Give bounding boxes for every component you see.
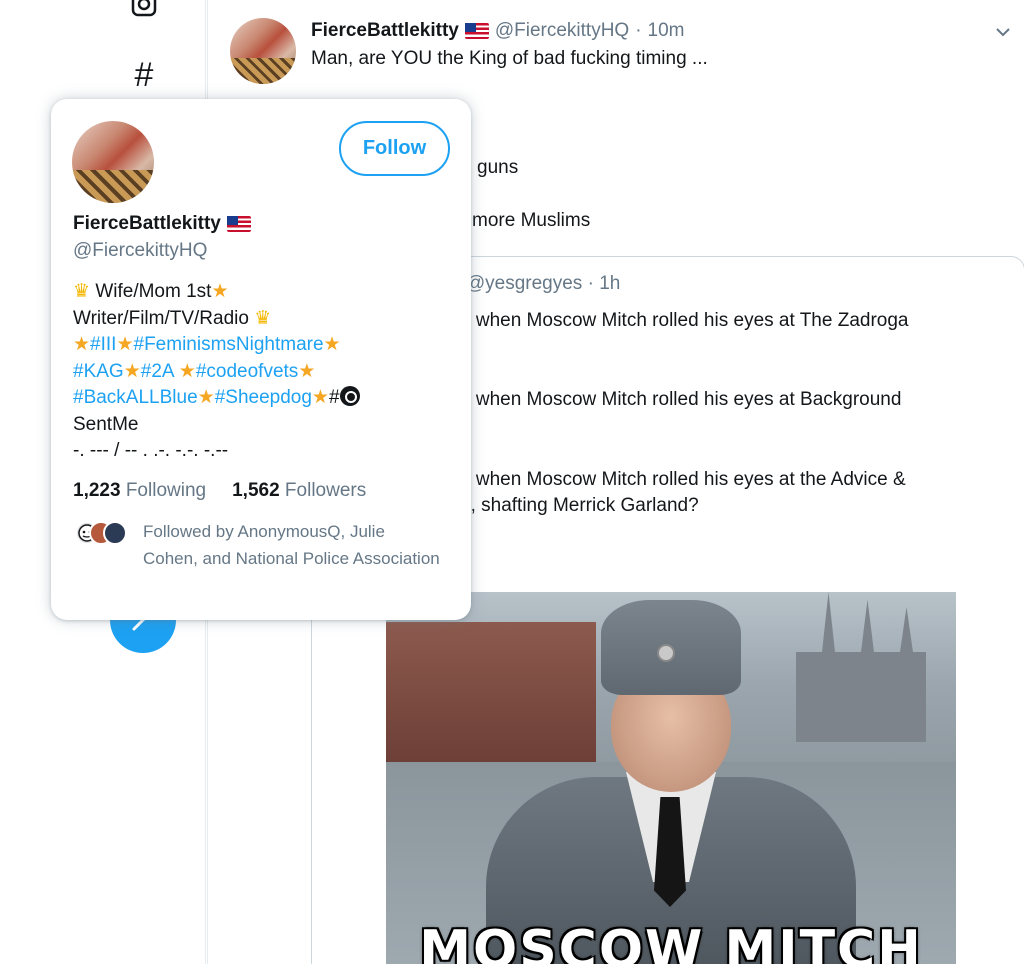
hashtag-icon[interactable]: # bbox=[124, 55, 164, 95]
bio-text: SentMe bbox=[73, 413, 139, 435]
chevron-down-icon[interactable] bbox=[995, 24, 1011, 40]
separator: · bbox=[587, 273, 594, 294]
hashtag-link[interactable]: #codeofvets bbox=[196, 361, 298, 382]
avatar bbox=[103, 521, 127, 545]
star-icon: ★ bbox=[323, 334, 341, 355]
star-icon: ★ bbox=[311, 387, 329, 408]
quoted-tweet-time: 1h bbox=[599, 273, 621, 294]
profile-avatar[interactable] bbox=[72, 121, 154, 203]
hashtag-link[interactable]: #III bbox=[90, 334, 116, 355]
crown-icon: ♛ bbox=[254, 307, 272, 329]
us-flag-icon bbox=[226, 216, 251, 232]
author-avatar[interactable] bbox=[230, 18, 296, 84]
profile-handle[interactable]: @FiercekittyHQ bbox=[73, 240, 207, 262]
bio-text: Writer/Film/TV/Radio bbox=[73, 307, 249, 329]
followers-stat[interactable]: 1,562 Followers bbox=[232, 480, 366, 502]
author-handle[interactable]: @FiercekittyHQ bbox=[495, 20, 629, 42]
profile-bio: ♛ Wife/Mom 1st★ Writer/Film/TV/Radio ♛ ★… bbox=[73, 279, 453, 465]
tweet-header: FierceBattlekitty @FiercekittyHQ · 10m bbox=[311, 20, 685, 42]
star-icon: ★ bbox=[73, 334, 91, 355]
followers-label: Followers bbox=[284, 480, 367, 501]
bio-text: # bbox=[328, 387, 340, 408]
star-icon: ★ bbox=[116, 334, 134, 355]
follow-button[interactable]: Follow bbox=[339, 121, 450, 176]
star-icon: ★ bbox=[178, 360, 196, 382]
followers-count: 1,562 bbox=[232, 480, 280, 501]
us-flag-icon bbox=[464, 23, 489, 39]
hashtag-link[interactable]: #BackALLBlue bbox=[73, 387, 198, 408]
profile-name[interactable]: FierceBattlekitty bbox=[73, 213, 221, 235]
quoted-text-line: u when Moscow Mitch rolled his eyes at B… bbox=[460, 389, 902, 410]
profile-name-row: FierceBattlekitty bbox=[73, 213, 251, 235]
separator: · bbox=[635, 20, 642, 41]
quoted-tweet-header: li @yesgregyes · 1h bbox=[450, 273, 620, 295]
quoted-text-line: u when Moscow Mitch rolled his eyes at T… bbox=[460, 310, 909, 331]
quoted-author-handle[interactable]: @yesgregyes bbox=[466, 273, 582, 294]
hashtag-link[interactable]: #Sheepdog bbox=[215, 387, 312, 408]
crown-icon: ♛ bbox=[73, 281, 91, 302]
hashtag-link[interactable]: #FeminismsNightmare bbox=[134, 334, 324, 355]
star-icon: ★ bbox=[123, 360, 141, 382]
hashtag-link[interactable]: #KAG bbox=[73, 361, 124, 382]
bookmark-icon[interactable] bbox=[124, 0, 164, 24]
tweet-text: Man, are YOU the King of bad fucking tim… bbox=[311, 48, 708, 69]
quoted-tweet-image[interactable]: MOSCOW MITCH bbox=[386, 592, 956, 964]
star-icon: ★ bbox=[197, 387, 215, 408]
followed-by-text: Followed by AnonymousQ, Julie Cohen, and… bbox=[143, 522, 440, 568]
profile-hover-card: Follow FierceBattlekitty @FiercekittyHQ … bbox=[51, 99, 471, 620]
quoted-text-line: u when Moscow Mitch rolled his eyes at t… bbox=[460, 469, 906, 490]
following-count: 1,223 bbox=[73, 480, 121, 501]
hashtag-link[interactable]: #2A bbox=[141, 361, 174, 382]
author-name[interactable]: FierceBattlekitty bbox=[311, 20, 459, 42]
image-caption: MOSCOW MITCH bbox=[419, 920, 923, 964]
quoted-text-line: e, shafting Merrick Garland? bbox=[460, 495, 699, 516]
following-label: Following bbox=[125, 480, 207, 501]
tweet-text-fragment: guns bbox=[477, 157, 519, 178]
star-icon: ★ bbox=[298, 360, 316, 382]
eye-icon bbox=[339, 386, 360, 406]
tweet-text-fragment: more Muslims bbox=[472, 210, 591, 231]
bio-text: Wife/Mom 1st bbox=[95, 281, 212, 302]
bio-text: -. --- / -- . .-. -.-. -.-- bbox=[73, 440, 229, 461]
profile-stats: 1,223 Following 1,562 Followers bbox=[73, 480, 366, 502]
star-icon: ★ bbox=[211, 281, 229, 302]
tweet-time[interactable]: 10m bbox=[648, 20, 685, 42]
following-stat[interactable]: 1,223 Following bbox=[73, 480, 206, 502]
followed-by-avatars bbox=[75, 521, 131, 547]
